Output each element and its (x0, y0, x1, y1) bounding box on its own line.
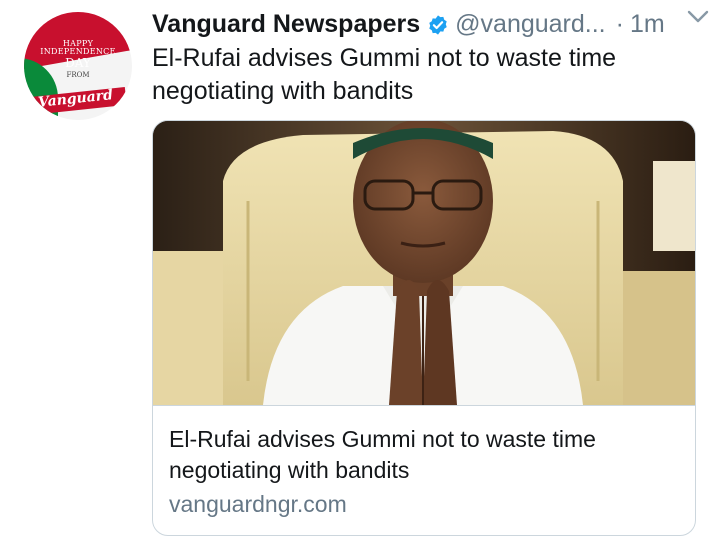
avatar[interactable]: HAPPY INDEPENDENCE DAY FROM Vanguard (24, 12, 132, 120)
tweet-text: El-Rufai advises Gummi not to waste time… (152, 42, 692, 108)
avatar-line-from: FROM (66, 71, 90, 79)
card-title-line: El-Rufai advises Gummi not to waste time (169, 426, 596, 452)
tweet-text-line: negotiating with bandits (152, 77, 414, 105)
tweet-header: Vanguard Newspapers @vanguard... · 1m (152, 6, 700, 42)
avatar-line-independence: INDEPENDENCE (40, 47, 116, 56)
separator-dot: · (615, 9, 624, 38)
card-domain[interactable]: vanguardngr.com (169, 489, 681, 520)
tweet-timestamp[interactable]: 1m (630, 10, 665, 39)
card-title: El-Rufai advises Gummi not to waste time… (169, 424, 681, 486)
chevron-down-icon[interactable] (686, 7, 710, 27)
link-preview-card[interactable]: El-Rufai advises Gummi not to waste time… (152, 120, 696, 536)
card-body[interactable]: El-Rufai advises Gummi not to waste time… (153, 405, 695, 535)
card-image[interactable] (153, 121, 695, 405)
account-name[interactable]: Vanguard Newspapers (152, 10, 420, 39)
avatar-greeting: HAPPY INDEPENDENCE DAY FROM (24, 40, 132, 79)
avatar-line-day: DAY (65, 56, 91, 70)
account-handle[interactable]: @vanguard... (455, 10, 605, 39)
card-title-line: negotiating with bandits (169, 457, 410, 483)
verified-badge-icon (427, 14, 449, 36)
tweet-text-line: El-Rufai advises Gummi not to waste time (152, 44, 617, 72)
